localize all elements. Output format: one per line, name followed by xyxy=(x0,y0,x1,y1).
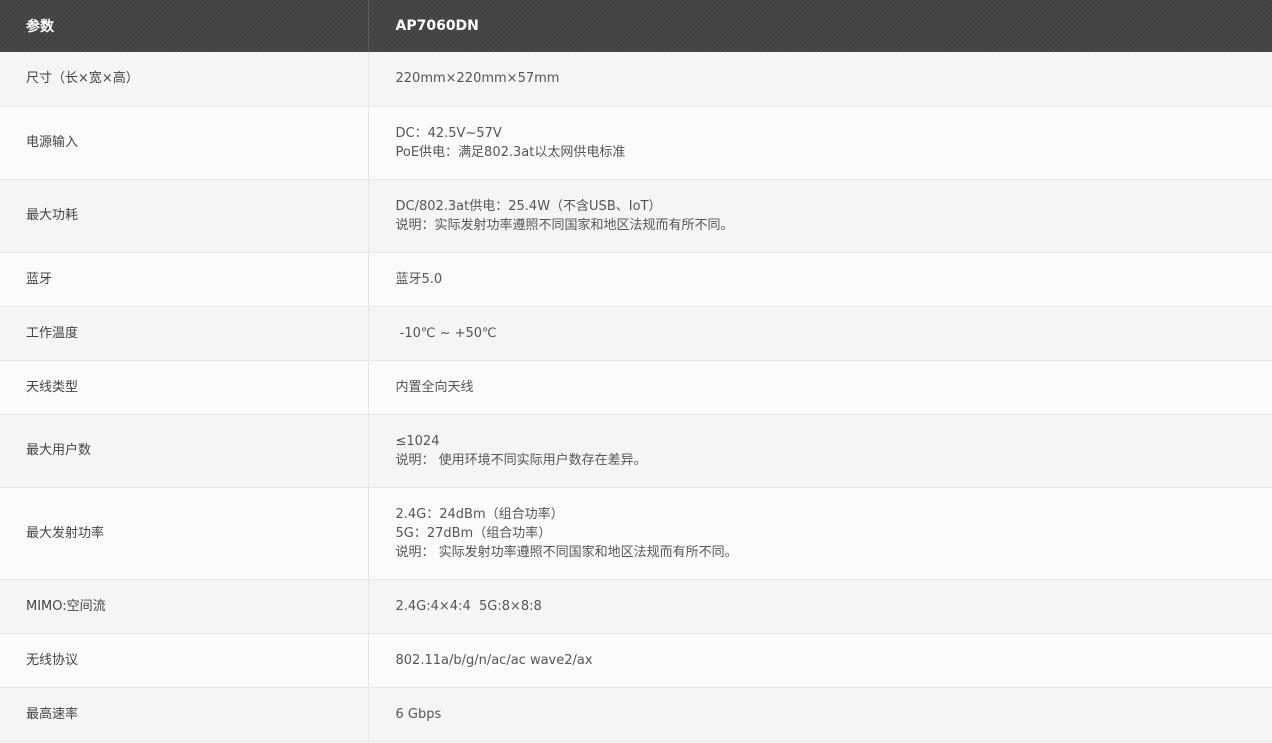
spec-value-line: 2.4G：24dBm（组合功率） xyxy=(395,506,564,522)
spec-row-max-power: 最大功耗 DC/802.3at供电：25.4W（不含USB、IoT） 说明：实际… xyxy=(0,179,1272,253)
spec-value-line: 说明：实际发射功率遵照不同国家和地区法规而有所不同。 xyxy=(395,217,734,233)
spec-table: 参数 AP7060DN 尺寸（长×宽×高） 220mm×220mm×57mm 电… xyxy=(0,0,1272,742)
spec-value: 2.4G:4×4:4 5G:8×8:8 xyxy=(367,579,1272,634)
spec-value: 220mm×220mm×57mm xyxy=(367,52,1272,107)
spec-value-line: 说明： 使用环境不同实际用户数存在差异。 xyxy=(395,452,647,468)
table-header-row: 参数 AP7060DN xyxy=(0,0,1272,52)
spec-value-line: 6 Gbps xyxy=(395,706,442,722)
spec-label: 天线类型 xyxy=(0,360,368,415)
spec-value-line: 5G：27dBm（组合功率） xyxy=(395,525,552,541)
spec-label: 工作温度 xyxy=(0,306,368,361)
spec-row-power-input: 电源输入 DC：42.5V~57V PoE供电：满足802.3at以太网供电标准 xyxy=(0,106,1272,180)
spec-value: DC/802.3at供电：25.4W（不含USB、IoT） 说明：实际发射功率遵… xyxy=(367,179,1272,253)
spec-value-line: 220mm×220mm×57mm xyxy=(395,71,560,87)
spec-label: MIMO:空间流 xyxy=(0,579,368,634)
spec-value-line: 2.4G:4×4:4 5G:8×8:8 xyxy=(395,598,542,614)
spec-row-antenna: 天线类型 内置全向天线 xyxy=(0,360,1272,415)
spec-row-bluetooth: 蓝牙 蓝牙5.0 xyxy=(0,252,1272,307)
spec-value-line: 内置全向天线 xyxy=(395,379,474,395)
spec-row-mimo: MIMO:空间流 2.4G:4×4:4 5G:8×8:8 xyxy=(0,579,1272,634)
spec-value-line: DC：42.5V~57V xyxy=(395,125,502,141)
spec-row-temperature: 工作温度 -10℃ ~ +50℃ xyxy=(0,306,1272,361)
spec-value: -10℃ ~ +50℃ xyxy=(367,306,1272,361)
spec-value-line: 蓝牙5.0 xyxy=(395,271,443,287)
spec-value-line: DC/802.3at供电：25.4W（不含USB、IoT） xyxy=(395,198,662,214)
spec-value-line: 说明： 实际发射功率遵照不同国家和地区法规而有所不同。 xyxy=(395,544,738,560)
spec-label: 电源输入 xyxy=(0,106,368,180)
spec-label: 最大用户数 xyxy=(0,414,368,488)
model-column-header: AP7060DN xyxy=(367,0,1272,52)
spec-row-tx-power: 最大发射功率 2.4G：24dBm（组合功率） 5G：27dBm（组合功率） 说… xyxy=(0,487,1272,580)
spec-label: 无线协议 xyxy=(0,633,368,688)
param-column-header: 参数 xyxy=(0,0,368,52)
spec-value: DC：42.5V~57V PoE供电：满足802.3at以太网供电标准 xyxy=(367,106,1272,180)
spec-label: 蓝牙 xyxy=(0,252,368,307)
spec-value: 蓝牙5.0 xyxy=(367,252,1272,307)
spec-value-line: 802.11a/b/g/n/ac/ac wave2/ax xyxy=(395,652,593,668)
spec-row-max-rate: 最高速率 6 Gbps xyxy=(0,687,1272,742)
spec-value-line: ≤1024 xyxy=(395,433,440,449)
spec-row-max-users: 最大用户数 ≤1024 说明： 使用环境不同实际用户数存在差异。 xyxy=(0,414,1272,488)
spec-value: 6 Gbps xyxy=(367,687,1272,742)
spec-label: 尺寸（长×宽×高） xyxy=(0,52,368,107)
spec-value: 802.11a/b/g/n/ac/ac wave2/ax xyxy=(367,633,1272,688)
spec-value-line: PoE供电：满足802.3at以太网供电标准 xyxy=(395,144,626,160)
spec-value: ≤1024 说明： 使用环境不同实际用户数存在差异。 xyxy=(367,414,1272,488)
spec-label: 最高速率 xyxy=(0,687,368,742)
spec-value: 2.4G：24dBm（组合功率） 5G：27dBm（组合功率） 说明： 实际发射… xyxy=(367,487,1272,580)
spec-label: 最大功耗 xyxy=(0,179,368,253)
spec-label: 最大发射功率 xyxy=(0,487,368,580)
spec-value: 内置全向天线 xyxy=(367,360,1272,415)
spec-row-dimensions: 尺寸（长×宽×高） 220mm×220mm×57mm xyxy=(0,52,1272,107)
spec-row-protocol: 无线协议 802.11a/b/g/n/ac/ac wave2/ax xyxy=(0,633,1272,688)
spec-value-line: -10℃ ~ +50℃ xyxy=(395,325,497,341)
